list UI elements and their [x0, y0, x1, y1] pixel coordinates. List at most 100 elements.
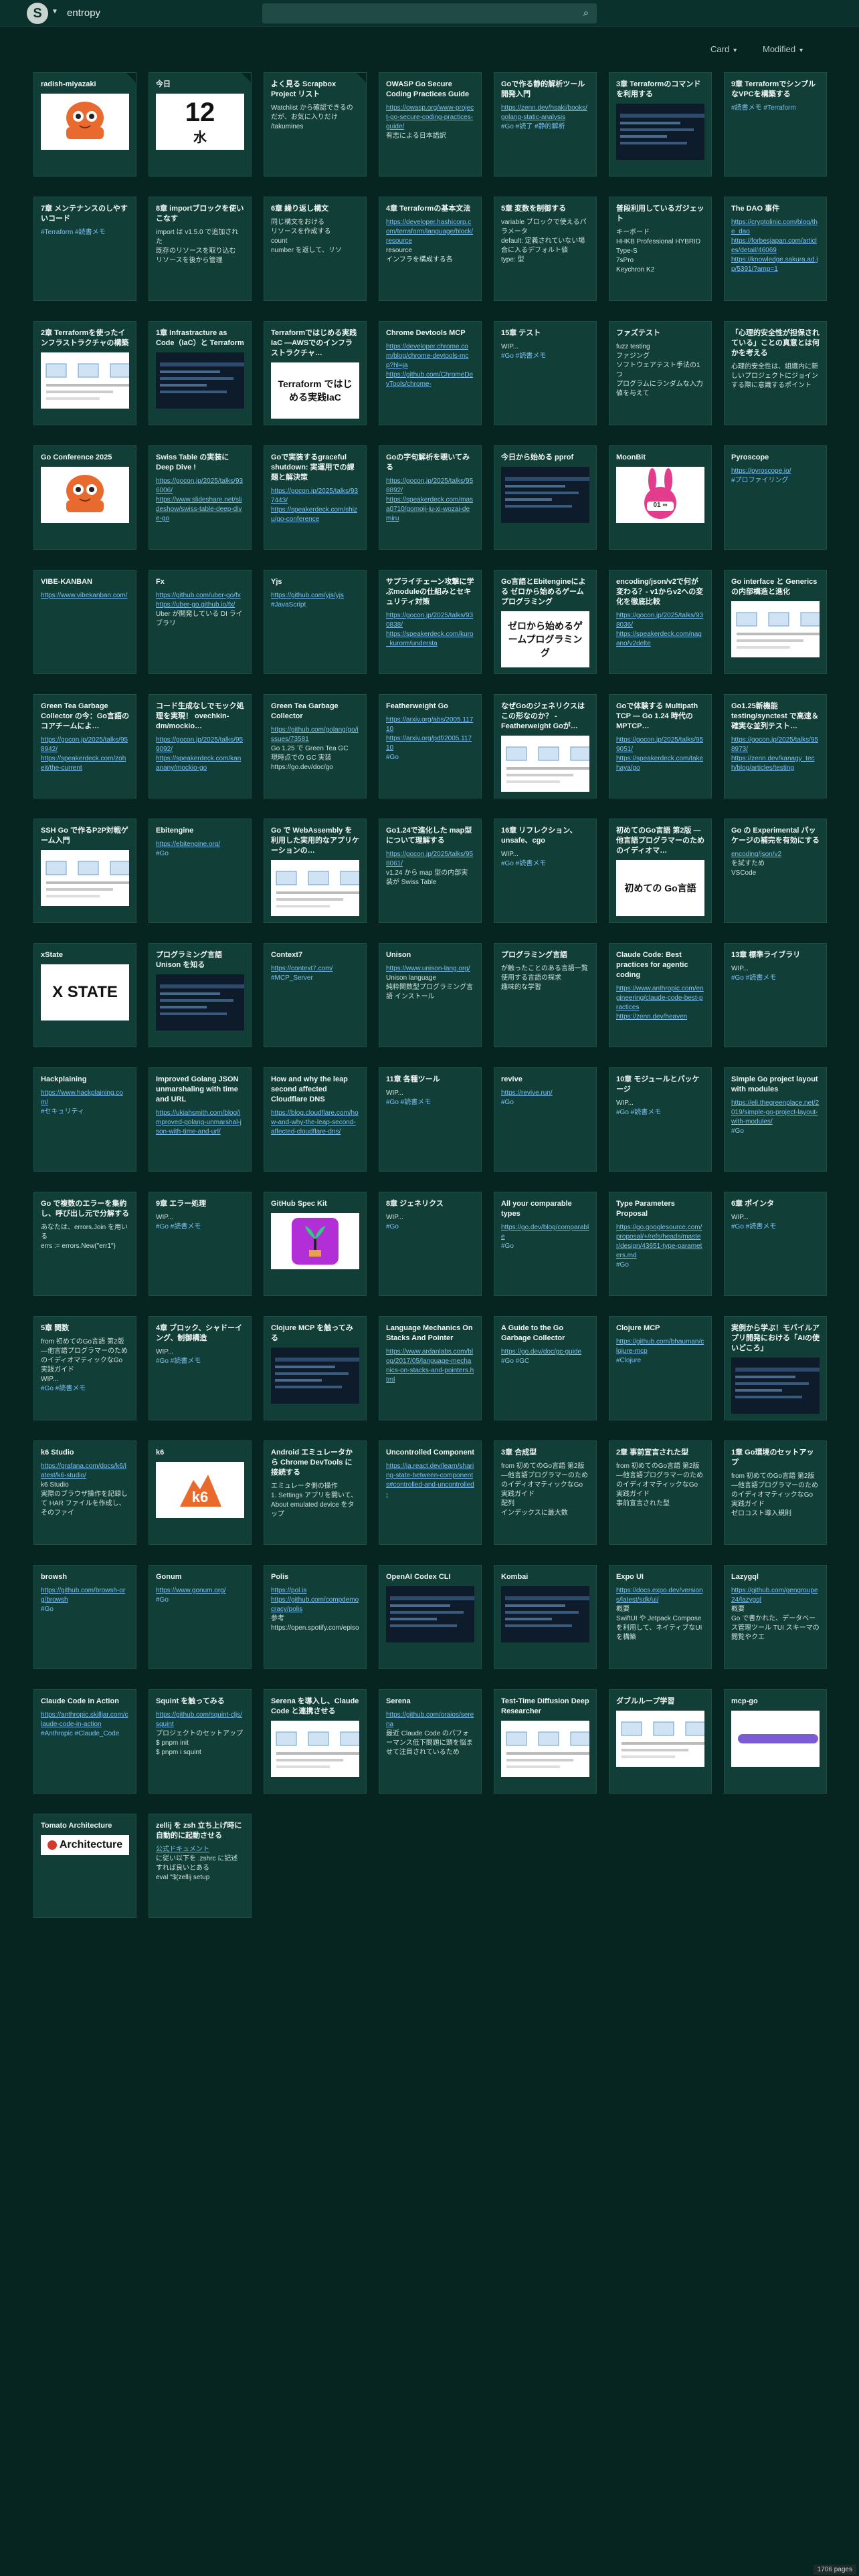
card-tags[interactable]: #MCP_Server [271, 974, 359, 983]
page-card[interactable]: 10章 モジュールとパッケージ WIP... #Go #読書メモ [609, 1067, 712, 1172]
card-link[interactable]: https://gocon.jp/2025/talks/958061/ [386, 850, 474, 869]
card-link[interactable]: https://github.com/bhauman/clojure-mcp [616, 1337, 704, 1356]
page-card[interactable]: 今日から始める pprof [494, 445, 597, 550]
page-card[interactable]: Unison https://www.unison-lang.org/Unison… [379, 943, 482, 1047]
page-card[interactable]: Serena を導入し、Claude Code と連携させる [264, 1689, 367, 1794]
card-link[interactable]: https://pyroscope.io/ [731, 467, 820, 476]
card-link[interactable]: https://context7.com/ [271, 964, 359, 974]
page-card[interactable]: mcp-go [724, 1689, 827, 1794]
page-card[interactable]: 6章 ポインタ WIP... #Go #読書メモ [724, 1192, 827, 1296]
page-card[interactable]: Lazygql https://github.com/gengroupe24/la… [724, 1565, 827, 1669]
page-card[interactable]: radish-miyazaki [33, 72, 136, 177]
page-card[interactable]: GitHub Spec Kit [264, 1192, 367, 1296]
card-link[interactable]: https://anthropic.skilljar.com/claude-co… [41, 1711, 129, 1729]
card-link[interactable]: https://github.com/compdemocracy/polis [271, 1596, 359, 1614]
card-tags[interactable]: #JavaScript [271, 601, 359, 610]
page-card[interactable]: 5章 変数を制御する variable ブロックで使えるパラメータ default:… [494, 197, 597, 301]
page-card[interactable]: SSH Go で作るP2P対戦ゲーム入門 [33, 819, 136, 923]
card-tags[interactable]: #Go #読了 #静的解析 [501, 122, 589, 132]
card-link[interactable]: https://github.com/ChromeDevTools/chrome… [386, 370, 474, 389]
page-card[interactable]: OpenAI Codex CLI [379, 1565, 482, 1669]
page-card[interactable]: Squint を触ってみる https://github.com/squint-c… [149, 1689, 252, 1794]
page-card[interactable]: Goの字句解析を覗いてみる https://gocon.jp/2025/talks… [379, 445, 482, 550]
chevron-down-icon[interactable]: ▼ [52, 8, 58, 15]
card-link[interactable]: https://blog.cloudflare.com/how-and-why-… [271, 1109, 359, 1137]
card-link[interactable]: https://gocon.jp/2025/talks/930838/ [386, 611, 474, 630]
card-link[interactable]: https://knowledge.sakura.ad.jp/5391/?amp… [731, 255, 820, 274]
page-card[interactable]: Chrome Devtools MCP https://developer.chr… [379, 321, 482, 425]
card-link[interactable]: https://www.vibekanban.com/ [41, 591, 129, 601]
page-card[interactable]: Goで実装するgraceful shutdown: 実運用での課題と解決策 htt… [264, 445, 367, 550]
card-link[interactable]: https://gocon.jp/2025/talks/958973/ [731, 736, 820, 754]
card-tags[interactable]: #Go [156, 849, 244, 859]
card-link[interactable]: https://www.anthropic.com/engineering/cl… [616, 984, 704, 1012]
card-link[interactable]: https://revive.run/ [501, 1089, 589, 1098]
page-card[interactable]: 8章 importブロックを使いこなす import は v1.5.0 で追加され… [149, 197, 252, 301]
page-card[interactable]: Type Parameters Proposal https://go.googl… [609, 1192, 712, 1296]
card-link[interactable]: https://www.hackplaining.com/ [41, 1089, 129, 1107]
card-link[interactable]: https://gocon.jp/2025/talks/958892/ [386, 477, 474, 496]
card-tags[interactable]: #Go #読書メモ [156, 1357, 244, 1366]
card-tags[interactable]: #Go [501, 1098, 589, 1107]
card-link[interactable]: encoding/json/v2 [731, 850, 820, 859]
page-card[interactable]: なぜGoのジェネリクスはこの形なのか？ - Featherweight Goが… [494, 694, 597, 798]
page-card[interactable]: Android エミュレータから Chrome DevTools に接続する エミ… [264, 1440, 367, 1545]
card-link[interactable]: 公式ドキュメント [156, 1845, 244, 1854]
page-card[interactable]: コード生成なしでモック処理を実現！ ovechkin-dm/mockio… htt… [149, 694, 252, 798]
page-card[interactable]: Go で複数のエラーを集約し、呼び出し元で分解する あなたは、errors.Joi… [33, 1192, 136, 1296]
card-link[interactable]: https://ukiahsmith.com/blog/improved-gol… [156, 1109, 244, 1137]
card-link[interactable]: https://speakerdeck.com/masa0710/gomoji-… [386, 496, 474, 524]
card-link[interactable]: https://speakerdeck.com/shizu/go-confere… [271, 506, 359, 524]
page-card[interactable]: VIBE-KANBAN https://www.vibekanban.com/ [33, 570, 136, 674]
page-card[interactable]: Go言語とEbitengineによる ゼロから始めるゲームプログラミング ゼロから… [494, 570, 597, 674]
card-link[interactable]: https://speakerdeck.com/kuro_kurorrr/und… [386, 630, 474, 649]
page-card[interactable]: Language Mechanics On Stacks And Pointer… [379, 1316, 482, 1420]
card-tags[interactable]: #Go [386, 753, 474, 762]
page-card[interactable]: Green Tea Garbage Collector https://githu… [264, 694, 367, 798]
page-card[interactable]: 今日 12 水 [149, 72, 252, 177]
page-card[interactable]: A Guide to the Go Garbage Collector https… [494, 1316, 597, 1420]
card-link[interactable]: https://owasp.org/www-project-go-secure-… [386, 104, 474, 132]
card-tags[interactable]: #Go #読書メモ [616, 1108, 704, 1117]
page-card[interactable]: 3章 合成型 from 初めてのGo言語 第2版 ―他言語プログラマーのためのイデ… [494, 1440, 597, 1545]
page-card[interactable]: よく見る Scrapbox Project リスト Watchlist から確認で… [264, 72, 367, 177]
card-link[interactable]: https://go.googlesource.com/proposal/+/r… [616, 1223, 704, 1261]
card-link[interactable]: https://ja.react.dev/learn/sharing-state… [386, 1462, 474, 1499]
card-link[interactable]: https://gocon.jp/2025/talks/938036/ [616, 611, 704, 630]
page-card[interactable]: 「心理的安全性が担保されている」ことの真意とは何かを考える 心理的安全性は、組織内… [724, 321, 827, 425]
page-card[interactable]: Fx https://github.com/uber-go/fx https://u… [149, 570, 252, 674]
card-tags[interactable]: #Go #読書メモ [501, 859, 589, 869]
page-card[interactable]: How and why the leap second affected Clo… [264, 1067, 367, 1172]
card-link[interactable]: https://grafana.com/docs/k6/latest/k6-st… [41, 1462, 129, 1481]
page-card[interactable]: Go の Experimental パッケージの補完を有効にする encoding… [724, 819, 827, 923]
card-tags[interactable]: #Go #読書メモ [41, 1384, 129, 1394]
card-link[interactable]: https://speakerdeck.com/nagano/v2delte [616, 630, 704, 649]
page-card[interactable]: 2章 事前宣言された型 from 初めてのGo言語 第2版 ―他言語プログラマーの… [609, 1440, 712, 1545]
page-card[interactable]: xState X STATE [33, 943, 136, 1047]
card-link[interactable]: https://github.com/golang/go/issues/7358… [271, 726, 359, 744]
card-tags[interactable]: #Go [731, 1127, 820, 1136]
card-link[interactable]: https://zenn.dev/kanagy_tech/blog/articl… [731, 754, 820, 773]
page-card[interactable]: 11章 各種ツール WIP... #Go #読書メモ [379, 1067, 482, 1172]
sort-select[interactable]: Modified ▼ [763, 44, 804, 54]
page-card[interactable]: k6 Studio https://grafana.com/docs/k6/lat… [33, 1440, 136, 1545]
page-card[interactable]: The DAO 事件 https://cryptolinic.com/blog/t… [724, 197, 827, 301]
page-card[interactable]: 8章 ジェネリクス WIP... #Go [379, 1192, 482, 1296]
card-link[interactable]: https://gocon.jp/2025/talks/959092/ [156, 736, 244, 754]
page-card[interactable]: Go1.24で進化した map型について理解する https://gocon.jp… [379, 819, 482, 923]
card-link[interactable]: https://zenn.dev/hsaki/books/golang-stat… [501, 104, 589, 122]
page-card[interactable]: Ebitengine https://ebitengine.org/#Go [149, 819, 252, 923]
card-link[interactable]: https://eli.thegreenplace.net/2019/simpl… [731, 1099, 820, 1127]
card-link[interactable]: https://gocon.jp/2025/talks/936006/ [156, 477, 244, 496]
page-card[interactable]: ファズテスト fuzz testing ファジング ソフトウェアテスト手法の1つ プログ… [609, 321, 712, 425]
page-card[interactable]: プログラミング言語 Unison を知る [149, 943, 252, 1047]
page-card[interactable]: Featherweight Go https://arxiv.org/abs/20… [379, 694, 482, 798]
page-card[interactable]: 5章 関数 from 初めてのGo言語 第2版 ―他言語プログラマーのためのイディ… [33, 1316, 136, 1420]
page-card[interactable]: Terraformではじめる実践IaC ―AWSでのインフラストラクチャ… Ter… [264, 321, 367, 425]
card-link[interactable]: https://gocon.jp/2025/talks/959051/ [616, 736, 704, 754]
card-link[interactable]: https://arxiv.org/abs/2005.11710 [386, 716, 474, 734]
page-card[interactable]: 15章 テスト WIP... #Go #読書メモ [494, 321, 597, 425]
page-card[interactable]: Hackplaining https://www.hackplaining.com… [33, 1067, 136, 1172]
page-card[interactable]: 3章 Terraformのコマンドを利用する [609, 72, 712, 177]
page-card[interactable]: Expo UI https://docs.expo.dev/versions/la… [609, 1565, 712, 1669]
